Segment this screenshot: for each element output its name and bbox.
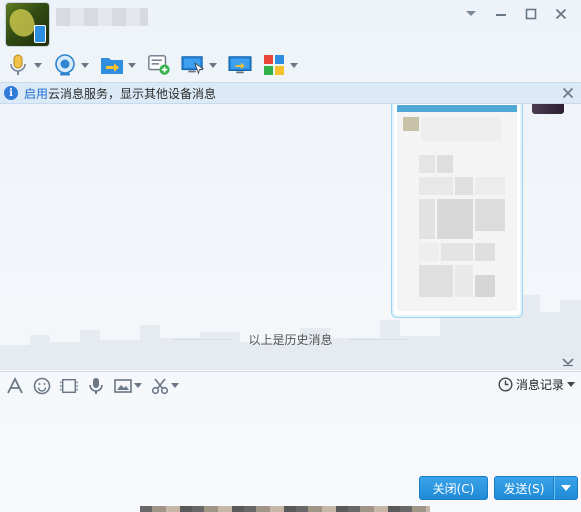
- input-toolbar: 消息记录: [0, 371, 581, 399]
- screenshot-block: [475, 243, 495, 261]
- screenshot-dropdown-icon[interactable]: [171, 382, 179, 390]
- screenshot-block: [455, 177, 473, 195]
- voice-call-button[interactable]: [6, 51, 43, 79]
- notice-message: 云消息服务，显示其他设备消息: [48, 86, 217, 101]
- message-input[interactable]: [0, 400, 581, 470]
- create-discussion-icon: [147, 53, 171, 77]
- apps-button[interactable]: [262, 51, 299, 79]
- screenshot-image[interactable]: [397, 105, 517, 311]
- image-icon: [114, 377, 132, 395]
- minimize-icon[interactable]: [489, 4, 513, 24]
- collapse-chevron-icon[interactable]: [561, 356, 575, 367]
- screenshot-block: [441, 243, 473, 261]
- notice-bar: i 启用 云消息服务，显示其他设备消息: [0, 82, 581, 104]
- image-dropdown-icon[interactable]: [134, 382, 142, 390]
- screen-share-button[interactable]: [228, 51, 252, 79]
- screenshot-block: [419, 265, 453, 297]
- voice-message-icon: [87, 377, 105, 395]
- font-icon: [6, 376, 24, 395]
- mobile-device-icon: [34, 25, 46, 43]
- send-button[interactable]: 发送(S): [494, 476, 554, 500]
- screenshot-block: [475, 199, 505, 231]
- scissors-icon: [151, 377, 169, 395]
- contact-avatar[interactable]: [6, 3, 49, 46]
- font-button[interactable]: [6, 374, 24, 398]
- send-options-button[interactable]: [554, 476, 578, 500]
- title-bar: [0, 0, 581, 48]
- message-history-label: 消息记录: [515, 378, 564, 392]
- message-area[interactable]: 以上是历史消息: [0, 104, 581, 370]
- send-file-button[interactable]: [100, 51, 137, 79]
- screenshot-block: [419, 243, 439, 261]
- video-call-icon: [53, 53, 77, 77]
- notice-close-icon[interactable]: [561, 86, 575, 100]
- screenshot-block: [419, 177, 453, 195]
- info-icon: i: [4, 86, 18, 100]
- voice-message-button[interactable]: [87, 374, 105, 398]
- remote-assist-button[interactable]: [181, 51, 218, 79]
- voice-call-icon: [6, 53, 30, 77]
- maximize-icon[interactable]: [519, 4, 543, 24]
- screenshot-block: [419, 155, 435, 173]
- apps-icon: [262, 53, 286, 77]
- contact-name[interactable]: [56, 8, 148, 26]
- chat-toolbar: [0, 50, 581, 80]
- video-call-dropdown-icon[interactable]: [80, 60, 90, 70]
- sender-avatar[interactable]: [532, 104, 564, 114]
- voice-call-dropdown-icon[interactable]: [33, 60, 43, 70]
- screenshot-block: [419, 199, 435, 239]
- window-controls: [459, 4, 573, 24]
- image-button[interactable]: [114, 374, 142, 398]
- emoji-button[interactable]: [33, 374, 51, 398]
- screenshot-block: [421, 117, 501, 141]
- screen-share-icon: [228, 53, 252, 77]
- image-message-bubble[interactable]: [391, 104, 523, 318]
- clock-icon: [498, 377, 513, 392]
- screenshot-block: [475, 275, 495, 297]
- send-file-dropdown-icon[interactable]: [127, 60, 137, 70]
- gif-icon: [60, 377, 78, 395]
- history-separator-label: 以上是历史消息: [248, 332, 333, 347]
- chat-window: i 启用 云消息服务，显示其他设备消息 以上是历史消息 消息记录 关闭(C) 发…: [0, 0, 581, 512]
- taskbar-strip: [140, 506, 430, 512]
- history-separator: 以上是历史消息: [0, 332, 581, 347]
- send-file-icon: [100, 53, 124, 77]
- gif-button[interactable]: [60, 374, 78, 398]
- close-button[interactable]: 关闭(C): [419, 476, 488, 500]
- emoji-icon: [33, 377, 51, 395]
- screenshot-button[interactable]: [151, 374, 179, 398]
- screenshot-block: [403, 117, 419, 131]
- message-history-button[interactable]: 消息记录: [498, 376, 577, 393]
- screenshot-block: [455, 265, 473, 297]
- create-discussion-button[interactable]: [147, 51, 171, 79]
- apps-dropdown-icon[interactable]: [289, 60, 299, 70]
- chevron-down-icon: [561, 485, 571, 491]
- separator-line: [348, 338, 409, 340]
- menu-dropdown-icon[interactable]: [459, 4, 483, 24]
- enable-cloud-link[interactable]: 启用: [24, 85, 48, 102]
- close-icon[interactable]: [549, 4, 573, 24]
- remote-assist-dropdown-icon[interactable]: [208, 60, 218, 70]
- screenshot-block: [437, 199, 473, 239]
- screenshot-block: [437, 155, 453, 173]
- history-dropdown-icon[interactable]: [567, 381, 577, 388]
- separator-line: [172, 338, 233, 340]
- screenshot-block: [475, 177, 505, 195]
- remote-assist-icon: [181, 53, 205, 77]
- video-call-button[interactable]: [53, 51, 90, 79]
- screenshot-topbar: [397, 105, 517, 112]
